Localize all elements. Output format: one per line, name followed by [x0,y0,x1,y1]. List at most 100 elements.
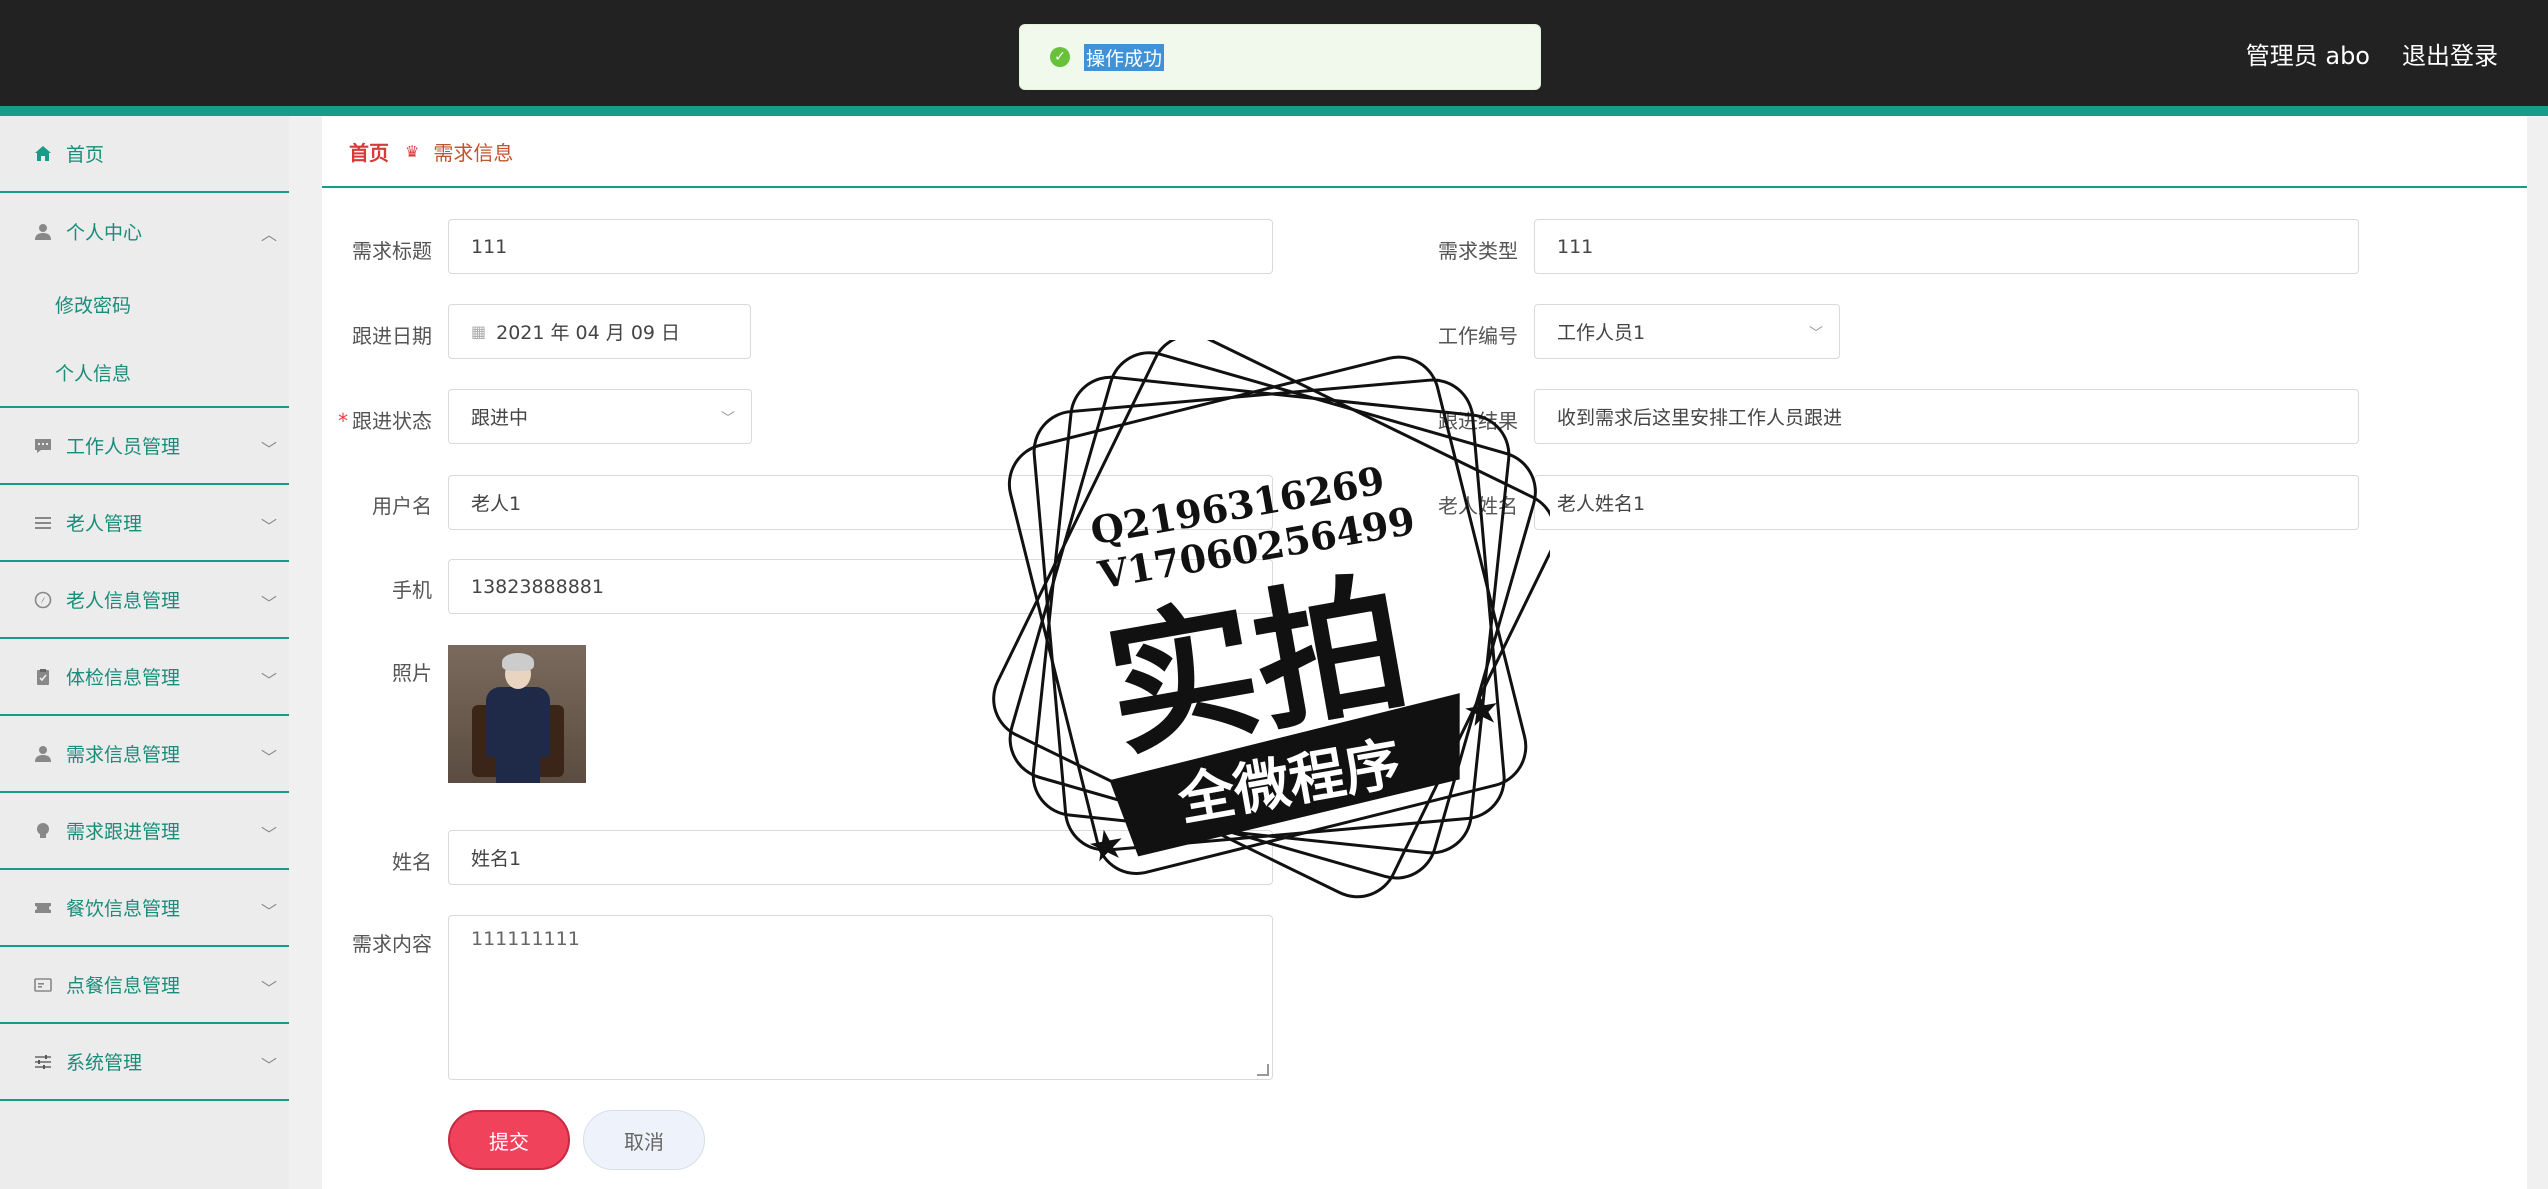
compass-icon [32,589,54,611]
username-value: 老人1 [471,493,522,515]
breadcrumb-current: 需求信息 [433,140,514,165]
type-label: 需求类型 [1438,239,1518,263]
sidebar-item-demand-followup-management[interactable]: 需求跟进管理 ﹀ [0,793,289,870]
card-icon [32,974,54,996]
type-input[interactable]: 111 [1534,219,2359,274]
sidebar: 首页 个人中心 ︿ 修改密码 个人信息 工作人员管理 ﹀ 老人管理 ﹀ 老人信息… [0,116,289,1189]
chevron-down-icon: ﹀ [260,979,277,998]
sidebar-item-label: 餐饮信息管理 [66,898,181,920]
sidebar-item-elder-management[interactable]: 老人管理 ﹀ [0,485,289,562]
settings-icon [32,1051,54,1073]
chevron-down-icon: ﹀ [260,902,277,921]
chevron-down-icon: ﹀ [260,440,277,459]
type-value: 111 [1557,235,1594,258]
name-label: 姓名 [392,850,432,874]
ticket-icon [32,897,54,919]
breadcrumb-home[interactable]: 首页 [349,137,389,166]
sidebar-subitem-change-password[interactable]: 修改密码 [0,270,289,338]
username-label: 用户名 [372,494,432,518]
title-label: 需求标题 [352,239,432,263]
name-value: 姓名1 [471,848,522,870]
toast-message: 操作成功 [1084,43,1165,71]
result-label: 跟进结果 [1438,409,1518,433]
chevron-down-icon: ﹀ [1809,326,1823,342]
elder-name-label: 老人姓名 [1438,494,1518,518]
top-right-actions: 管理员 abo 退出登录 [2246,36,2498,71]
sidebar-item-label: 老人信息管理 [66,590,181,612]
worker-no-value: 工作人员1 [1557,322,1646,344]
home-icon [32,143,54,165]
result-input[interactable]: 收到需求后这里安排工作人员跟进 [1534,389,2359,444]
title-value: 111 [471,235,508,258]
user-icon [32,221,54,243]
required-asterisk: * [338,409,348,433]
logout-button[interactable]: 退出登录 [2402,36,2498,71]
sidebar-item-order-management[interactable]: 点餐信息管理 ﹀ [0,947,289,1024]
sidebar-item-home[interactable]: 首页 [0,116,289,193]
worker-no-select[interactable]: 工作人员1 ﹀ [1534,304,1840,359]
chevron-down-icon: ﹀ [260,671,277,690]
sidebar-item-elder-info-management[interactable]: 老人信息管理 ﹀ [0,562,289,639]
chevron-down-icon: ﹀ [260,517,277,536]
sidebar-item-checkup-management[interactable]: 体检信息管理 ﹀ [0,639,289,716]
username-input[interactable]: 老人1 [448,475,1273,530]
date-value: 2021 年 04 月 09 日 [496,322,681,344]
chevron-down-icon: ﹀ [721,411,735,427]
cancel-button[interactable]: 取消 [583,1110,705,1170]
sidebar-subitem-personal-info[interactable]: 个人信息 [0,338,289,408]
elder-name-value: 老人姓名1 [1557,493,1646,515]
phone-value: 13823888881 [471,575,604,598]
status-select[interactable]: 跟进中 ﹀ [448,389,752,444]
sidebar-item-label: 个人中心 [66,222,143,244]
sidebar-item-label: 工作人员管理 [66,436,181,458]
elder-photo[interactable] [448,645,586,783]
accent-stripe [0,106,2548,116]
status-label: * 跟进状态 [282,405,432,434]
content-textarea[interactable]: 111111111 [448,915,1273,1080]
resize-handle-icon[interactable] [1257,1064,1269,1076]
sidebar-item-label: 需求跟进管理 [66,821,181,843]
sidebar-item-personal-center[interactable]: 个人中心 ︿ [0,193,289,270]
photo-label: 照片 [392,661,432,685]
sidebar-item-staff-management[interactable]: 工作人员管理 ﹀ [0,408,289,485]
submit-button[interactable]: 提交 [448,1110,570,1170]
chevron-up-icon: ︿ [260,225,277,244]
name-input[interactable]: 姓名1 [448,830,1273,885]
chevron-down-icon: ﹀ [260,825,277,844]
clipboard-icon [32,666,54,688]
chevron-down-icon: ﹀ [260,594,277,613]
crown-separator-icon: ♛ [405,141,420,161]
phone-input[interactable]: 13823888881 [448,559,1273,614]
date-label: 跟进日期 [352,324,432,348]
sidebar-item-label: 点餐信息管理 [66,975,181,997]
content-value: 111111111 [471,928,580,950]
title-input[interactable]: 111 [448,219,1273,274]
chevron-down-icon: ﹀ [260,1056,277,1075]
calendar-icon: ▦ [471,322,487,341]
sidebar-item-label: 需求信息管理 [66,744,181,766]
content-label: 需求内容 [352,932,432,956]
date-picker[interactable]: ▦ 2021 年 04 月 09 日 [448,304,751,359]
bulb-icon [32,820,54,842]
sidebar-item-catering-management[interactable]: 餐饮信息管理 ﹀ [0,870,289,947]
admin-user-label[interactable]: 管理员 abo [2246,36,2370,71]
sidebar-item-label: 首页 [66,144,105,166]
sidebar-item-label: 老人管理 [66,513,143,535]
status-label-text: 跟进状态 [352,409,432,433]
success-check-icon: ✓ [1050,47,1070,67]
success-toast: ✓ 操作成功 [1019,24,1541,90]
phone-label: 手机 [392,578,432,602]
list-icon [32,512,54,534]
chevron-down-icon: ﹀ [260,748,277,767]
chat-icon [32,435,54,457]
sidebar-item-system-management[interactable]: 系统管理 ﹀ [0,1024,289,1101]
breadcrumb: 首页 ♛ 需求信息 [322,116,2527,188]
user-icon [32,743,54,765]
worker-no-label: 工作编号 [1438,324,1518,348]
sidebar-item-label: 体检信息管理 [66,667,181,689]
elder-name-input[interactable]: 老人姓名1 [1534,475,2359,530]
sidebar-item-demand-info-management[interactable]: 需求信息管理 ﹀ [0,716,289,793]
status-value: 跟进中 [471,407,529,429]
result-value: 收到需求后这里安排工作人员跟进 [1557,407,1843,429]
sidebar-item-label: 系统管理 [66,1052,143,1074]
